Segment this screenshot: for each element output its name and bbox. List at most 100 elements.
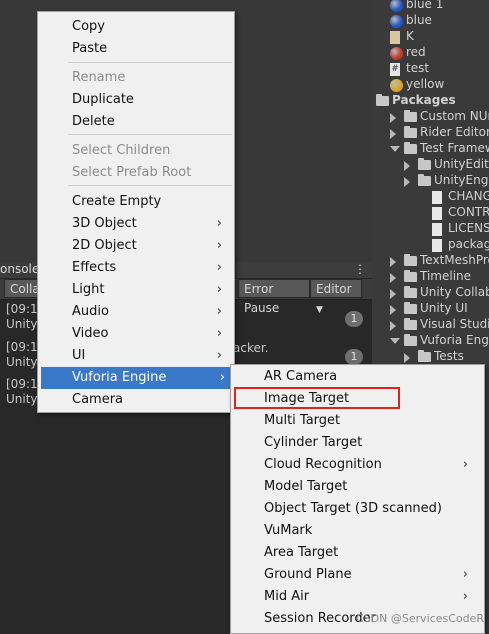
menu-item-label: Object Target (3D scanned)	[264, 501, 442, 516]
project-item[interactable]: Vuforia Engine	[372, 333, 489, 350]
project-item-label: Custom NUnit	[420, 109, 489, 123]
menu-item-ui[interactable]: UI ›	[38, 345, 232, 367]
expand-arrow-icon[interactable]	[390, 338, 400, 344]
menu-item-vuforia-engine[interactable]: Vuforia Engine ›	[41, 367, 235, 389]
menu-item-paste[interactable]: Paste	[38, 38, 232, 60]
project-item[interactable]: UnityEditor	[372, 157, 489, 174]
menu-item-label: Cloud Recognition	[264, 457, 382, 472]
project-item-label: K	[406, 29, 414, 43]
project-item[interactable]: TextMeshPro	[372, 253, 489, 270]
project-item[interactable]: # test	[372, 61, 489, 78]
menu-item-effects[interactable]: Effects ›	[38, 257, 232, 279]
project-item[interactable]: blue 1	[372, 0, 489, 14]
project-item[interactable]: Custom NUnit	[372, 109, 489, 126]
collapse-arrow-icon[interactable]	[390, 273, 396, 283]
project-item[interactable]: Visual Studio	[372, 317, 489, 334]
submenu-item-vumark[interactable]: VuMark	[231, 520, 482, 542]
log-source[interactable]: Unity	[6, 392, 38, 406]
more-options-icon[interactable]: ⋮	[354, 262, 366, 276]
submenu-item-ground-plane[interactable]: Ground Plane ›	[231, 564, 482, 586]
menu-item-label: Model Target	[264, 479, 348, 494]
project-item-label: Tests	[434, 349, 464, 363]
folder-icon	[404, 270, 417, 282]
menu-item-label: Multi Target	[264, 413, 341, 428]
menu-item-camera[interactable]: Camera	[38, 389, 232, 411]
menu-item-label: Create Empty	[72, 194, 162, 209]
material-icon	[390, 0, 403, 12]
menu-item-label: UI	[72, 348, 86, 363]
collapse-arrow-icon[interactable]	[390, 305, 396, 315]
file-icon	[432, 239, 442, 252]
project-item[interactable]: Unity UI	[372, 301, 489, 318]
submenu-item-object-target-3d-scanned[interactable]: Object Target (3D scanned)	[231, 498, 482, 520]
menu-item-2d-object[interactable]: 2D Object ›	[38, 235, 232, 257]
editor-dropdown[interactable]: Editor ▼	[310, 279, 362, 315]
project-item[interactable]: blue	[372, 13, 489, 30]
expand-arrow-icon[interactable]	[390, 146, 400, 152]
folder-icon	[404, 254, 417, 266]
project-item[interactable]: Timeline	[372, 269, 489, 286]
chevron-right-icon: ›	[216, 216, 222, 231]
menu-item-copy[interactable]: Copy	[38, 16, 232, 38]
menu-item-duplicate[interactable]: Duplicate	[38, 89, 232, 111]
submenu-item-model-target[interactable]: Model Target	[231, 476, 482, 498]
menu-item-create-empty[interactable]: Create Empty	[38, 191, 232, 213]
project-item[interactable]: package	[372, 237, 489, 254]
project-item-label: Rider Editor	[420, 125, 489, 139]
collapse-arrow-icon[interactable]	[390, 321, 396, 331]
menu-item-label: Light	[72, 282, 105, 297]
project-item[interactable]: Test Framework	[372, 141, 489, 158]
project-item-label: UnityEditor	[434, 157, 489, 171]
menu-item-label: Video	[72, 326, 109, 341]
log-message[interactable]: acker.	[233, 341, 269, 355]
log-source[interactable]: Unity	[6, 355, 38, 369]
collapse-arrow-icon[interactable]	[404, 353, 410, 363]
project-item[interactable]: Unity Collab	[372, 285, 489, 302]
collapse-arrow-icon[interactable]	[404, 161, 410, 171]
menu-item-3d-object[interactable]: 3D Object ›	[38, 213, 232, 235]
project-item[interactable]: Rider Editor	[372, 125, 489, 142]
project-item[interactable]: LICENSE	[372, 221, 489, 238]
submenu-item-cloud-recognition[interactable]: Cloud Recognition ›	[231, 454, 482, 476]
menu-item-delete[interactable]: Delete	[38, 111, 232, 133]
submenu-item-cylinder-target[interactable]: Cylinder Target	[231, 432, 482, 454]
material-icon	[390, 79, 403, 92]
collapse-arrow-icon[interactable]	[404, 177, 410, 187]
project-item-label: red	[406, 45, 426, 59]
collapse-arrow-icon[interactable]	[390, 129, 396, 139]
folder-icon	[404, 334, 417, 346]
project-item[interactable]: UnityEngine	[372, 173, 489, 190]
submenu-item-ar-camera[interactable]: AR Camera	[231, 366, 482, 388]
menu-item-label: Select Prefab Root	[72, 165, 192, 180]
project-item[interactable]: yellow	[372, 77, 489, 94]
project-item[interactable]: CONTRIBUTING	[372, 205, 489, 222]
submenu-item-area-target[interactable]: Area Target	[231, 542, 482, 564]
project-item[interactable]: CHANGELOG	[372, 189, 489, 206]
submenu-item-mid-air[interactable]: Mid Air ›	[231, 586, 482, 608]
folder-icon	[418, 158, 431, 170]
vuforia-engine-submenu: AR Camera Image Target Multi Target Cylinde…	[230, 364, 485, 634]
menu-item-label: VuMark	[264, 523, 313, 538]
collapse-arrow-icon[interactable]	[390, 289, 396, 299]
error-pause-button[interactable]: Error Pause	[238, 279, 310, 315]
project-item-label: yellow	[406, 77, 445, 91]
chevron-right-icon: ›	[216, 304, 222, 319]
script-icon: #	[390, 63, 400, 76]
project-item[interactable]: K	[372, 29, 489, 46]
menu-item-audio[interactable]: Audio ›	[38, 301, 232, 323]
menu-separator	[68, 62, 232, 63]
texture-icon	[390, 31, 400, 44]
collapse-arrow-icon[interactable]	[390, 257, 396, 267]
menu-item-light[interactable]: Light ›	[38, 279, 232, 301]
menu-item-label: Camera	[72, 392, 124, 407]
collapse-button[interactable]: Colla	[4, 279, 40, 298]
submenu-item-multi-target[interactable]: Multi Target	[231, 410, 482, 432]
log-source[interactable]: Unity	[6, 317, 38, 331]
project-item[interactable]: red	[372, 45, 489, 62]
project-item[interactable]: Packages	[372, 93, 489, 110]
collapse-arrow-icon[interactable]	[390, 113, 396, 123]
tab-console[interactable]: onsole	[0, 262, 39, 276]
project-item-label: CONTRIBUTING	[448, 205, 489, 219]
menu-item-video[interactable]: Video ›	[38, 323, 232, 345]
menu-separator	[68, 134, 232, 135]
